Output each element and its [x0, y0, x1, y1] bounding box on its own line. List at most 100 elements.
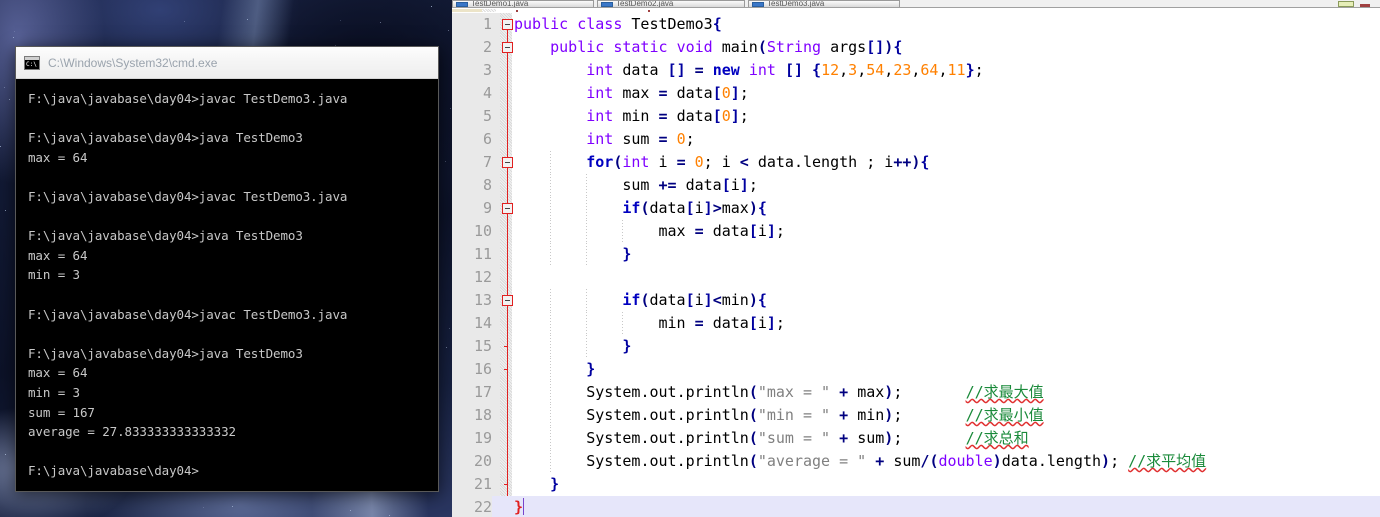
- code-area[interactable]: 1 public class TestDemo3{ 2 public static …: [452, 13, 1380, 517]
- code-line[interactable]: 7 for(int i = 0; i < data.length ; i++){: [452, 151, 1380, 174]
- cmd-window-title: C:\Windows\System32\cmd.exe: [48, 55, 218, 70]
- indent-guide: [586, 289, 587, 312]
- code-line-text: }: [586, 360, 596, 378]
- indent-guide: [550, 243, 551, 266]
- editor-tab-3[interactable]: TestDemo3.java: [748, 0, 900, 7]
- console-line: F:\java\javabase\day04>java TestDemo3: [28, 345, 303, 361]
- code-line[interactable]: 5 int min = data[0];: [452, 105, 1380, 128]
- console-line: F:\java\javabase\day04>javac TestDemo3.j…: [28, 91, 348, 106]
- document-icon[interactable]: [1338, 1, 1354, 7]
- console-line: sum = 167: [28, 404, 95, 420]
- indent-guide: [550, 312, 551, 335]
- console-line: min = 3: [28, 384, 80, 400]
- code-line[interactable]: 22}: [452, 496, 1380, 517]
- line-number: 1: [482, 15, 492, 33]
- code-line-text: }: [622, 337, 632, 355]
- code-line[interactable]: 19 System.out.println("sum = " + sum); /…: [452, 427, 1380, 450]
- code-line-text: int data [] = new int [] {12,3,54,23,64,…: [586, 61, 984, 79]
- code-line[interactable]: 14 min = data[i];: [452, 312, 1380, 335]
- console-line: F:\java\javabase\day04>javac TestDemo3.j…: [28, 306, 348, 322]
- code-line[interactable]: 4 int max = data[0];: [452, 82, 1380, 105]
- console-line: F:\java\javabase\day04>: [28, 463, 199, 479]
- line-number: 15: [473, 337, 492, 355]
- code-line-text: int sum = 0;: [586, 130, 695, 148]
- indent-guide: [586, 220, 587, 243]
- console-line: F:\java\javabase\day04>java TestDemo3: [28, 228, 303, 244]
- line-number: 14: [473, 314, 492, 332]
- indent-guide: [586, 243, 587, 266]
- code-editor[interactable]: TestDemo1.java TestDemo2.java TestDemo3.ja…: [452, 0, 1380, 517]
- editor-tab-label: TestDemo3.java: [767, 0, 825, 7]
- line-number: 13: [473, 291, 492, 309]
- code-line[interactable]: 16 }: [452, 358, 1380, 381]
- code-lines[interactable]: 1 public class TestDemo3{ 2 public static …: [452, 13, 1380, 517]
- indent-guide: [622, 312, 623, 335]
- cmd-icon: [24, 55, 40, 70]
- indent-guide: [550, 404, 551, 427]
- indent-guide: [586, 335, 587, 358]
- toolbar-extras[interactable]: [1338, 0, 1380, 7]
- indent-guide: [586, 197, 587, 220]
- code-line-text: }: [514, 498, 525, 516]
- code-line[interactable]: 12: [452, 266, 1380, 289]
- code-line-text: }: [550, 475, 560, 493]
- code-line[interactable]: 3 int data [] = new int [] {12,3,54,23,6…: [452, 59, 1380, 82]
- line-number: 8: [482, 176, 492, 194]
- ruler-mark: [452, 9, 482, 12]
- cmd-window[interactable]: C:\Windows\System32\cmd.exe F:\java\java…: [15, 46, 439, 492]
- editor-tab-label: TestDemo2.java: [616, 0, 674, 7]
- cmd-console-output[interactable]: F:\java\javabase\day04>javac TestDemo3.j…: [16, 79, 438, 491]
- code-line[interactable]: 17 System.out.println("max = " + max); /…: [452, 381, 1380, 404]
- editor-tab-strip[interactable]: TestDemo1.java TestDemo2.java TestDemo3.ja…: [452, 0, 1380, 8]
- code-line[interactable]: 6 int sum = 0;: [452, 128, 1380, 151]
- code-line[interactable]: 11 }: [452, 243, 1380, 266]
- indent-guide: [550, 289, 551, 312]
- minimize-icon[interactable]: [1360, 4, 1370, 7]
- code-line-text: System.out.println("sum = " + sum); //求总…: [586, 429, 1029, 447]
- line-number: 9: [482, 199, 492, 217]
- editor-tab-label: TestDemo1.java: [471, 0, 529, 7]
- line-number: 10: [473, 222, 492, 240]
- line-number: 3: [482, 61, 492, 79]
- code-line[interactable]: 20 System.out.println("average = " + sum…: [452, 450, 1380, 473]
- code-line-text: int min = data[0];: [586, 107, 749, 125]
- code-line-text: public class TestDemo3{: [514, 15, 722, 33]
- code-line[interactable]: 2 public static void main(String args[])…: [452, 36, 1380, 59]
- indent-guide: [550, 151, 551, 174]
- indent-guide: [550, 381, 551, 404]
- editor-tab-2[interactable]: TestDemo2.java: [597, 0, 745, 7]
- line-number: 2: [482, 38, 492, 56]
- indent-guide: [586, 312, 587, 335]
- code-line[interactable]: 15 }: [452, 335, 1380, 358]
- indent-guide: [550, 174, 551, 197]
- code-line[interactable]: 21 }: [452, 473, 1380, 496]
- ruler-marker-dot: [648, 10, 650, 12]
- line-number: 21: [473, 475, 492, 493]
- code-line[interactable]: 13 if(data[i]<min){: [452, 289, 1380, 312]
- code-line[interactable]: 10 max = data[i];: [452, 220, 1380, 243]
- editor-tab-1[interactable]: TestDemo1.java: [452, 0, 594, 7]
- code-line-text: System.out.println("max = " + max); //求最…: [586, 383, 1044, 401]
- line-number: 4: [482, 84, 492, 102]
- code-line[interactable]: 1 public class TestDemo3{: [452, 13, 1380, 36]
- ruler-marker-dot: [516, 10, 518, 12]
- code-line-text: if(data[i]<min){: [622, 291, 767, 309]
- console-line: max = 64: [28, 149, 88, 165]
- java-file-icon: [752, 2, 764, 7]
- line-number: 7: [482, 153, 492, 171]
- indent-guide: [550, 427, 551, 450]
- java-file-icon: [456, 2, 468, 7]
- line-number: 5: [482, 107, 492, 125]
- code-line-text: int max = data[0];: [586, 84, 749, 102]
- code-line[interactable]: 18 System.out.println("min = " + min); /…: [452, 404, 1380, 427]
- line-number: 17: [473, 383, 492, 401]
- code-line[interactable]: 8 sum += data[i];: [452, 174, 1380, 197]
- cmd-titlebar[interactable]: C:\Windows\System32\cmd.exe: [16, 47, 438, 79]
- java-file-icon: [601, 2, 613, 7]
- line-number: 11: [473, 245, 492, 263]
- code-line-text: System.out.println("min = " + min); //求最…: [586, 406, 1044, 424]
- code-line[interactable]: 9 if(data[i]>max){: [452, 197, 1380, 220]
